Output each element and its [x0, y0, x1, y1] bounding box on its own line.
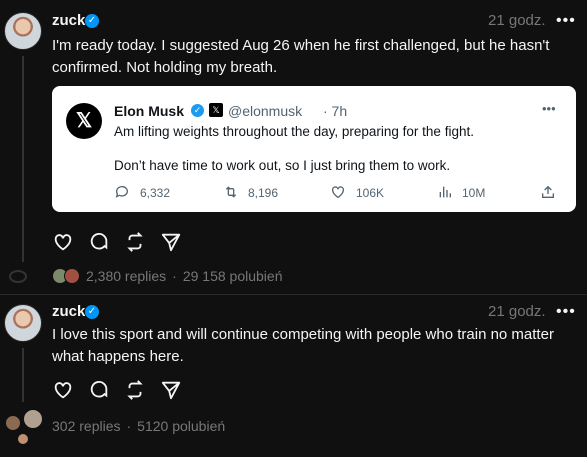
mini-avatar: [17, 433, 29, 445]
stats-separator: ·: [126, 418, 132, 434]
author-name[interactable]: zuck: [52, 303, 85, 320]
post-divider: [0, 294, 587, 295]
avatar-zuck[interactable]: [4, 304, 42, 342]
likes-count[interactable]: 29 158 polubień: [183, 268, 283, 284]
post-time[interactable]: 21 godz.: [488, 303, 546, 320]
x-logo-icon: 𝕏: [66, 103, 102, 139]
embed-time[interactable]: · 7h: [323, 103, 347, 119]
replies-count[interactable]: 302 replies: [52, 418, 121, 434]
replier-avatars: [52, 268, 80, 284]
embed-repost-icon[interactable]: [222, 184, 240, 205]
embed-reply-icon[interactable]: [114, 184, 130, 205]
like-icon[interactable]: [52, 231, 74, 253]
replies-count[interactable]: 2,380 replies: [86, 268, 166, 284]
post-time[interactable]: 21 godz.: [488, 12, 546, 29]
post-actions: [52, 379, 182, 401]
mini-avatar: [64, 268, 80, 284]
post-actions: [52, 231, 182, 253]
embed-verified-icon: ✓: [191, 104, 204, 117]
embed-repost-count: 8,196: [248, 186, 279, 200]
author-name[interactable]: zuck: [52, 12, 85, 29]
thread-line: [22, 56, 24, 262]
embed-reply-count: 6,332: [140, 186, 171, 200]
embed-like-count: 106K: [356, 186, 385, 200]
repost-icon[interactable]: [124, 231, 146, 253]
post-stats: 2,380 replies · 29 158 polubień: [52, 268, 283, 284]
embed-handle[interactable]: @elonmusk: [228, 103, 302, 119]
repost-icon[interactable]: [124, 379, 146, 401]
stats-separator: ·: [172, 268, 177, 284]
more-options-icon[interactable]: •••: [556, 12, 576, 30]
likes-count[interactable]: 5120 polubień: [137, 418, 225, 434]
verified-badge-icon: ✓: [85, 14, 99, 28]
replier-avatars: [3, 409, 45, 449]
share-icon[interactable]: [160, 379, 182, 401]
post-stats: 302 replies · 5120 polubień: [52, 418, 225, 434]
embed-views-icon[interactable]: [437, 184, 453, 205]
embed-text-line2: Don’t have time to work out, so I just b…: [114, 158, 451, 173]
embed-views-count: 10M: [462, 186, 486, 200]
mini-avatar: [23, 409, 43, 429]
post-text: I'm ready today. I suggested Aug 26 when…: [52, 37, 550, 76]
comment-icon[interactable]: [88, 379, 110, 401]
thread-line: [22, 348, 24, 402]
embed-x-badge-icon: 𝕏: [209, 103, 223, 117]
embed-like-icon[interactable]: [330, 184, 346, 205]
embed-share-icon[interactable]: [540, 184, 556, 205]
post-text: I love this sport and will continue comp…: [52, 326, 554, 365]
comment-icon[interactable]: [88, 231, 110, 253]
share-icon[interactable]: [160, 231, 182, 253]
avatar-zuck[interactable]: [4, 12, 42, 50]
mini-avatar: [5, 415, 21, 431]
thread-end-dot: [9, 270, 27, 283]
embedded-tweet-card[interactable]: 𝕏 Elon Musk ✓ 𝕏 @elonmusk · 7h ••• Am li…: [52, 86, 576, 212]
embed-text-line1: Am lifting weights throughout the day, p…: [114, 124, 474, 139]
embed-more-icon[interactable]: •••: [542, 101, 556, 116]
more-options-icon[interactable]: •••: [556, 303, 576, 321]
verified-badge-icon: ✓: [85, 305, 99, 319]
embed-author-name[interactable]: Elon Musk: [114, 103, 184, 119]
like-icon[interactable]: [52, 379, 74, 401]
